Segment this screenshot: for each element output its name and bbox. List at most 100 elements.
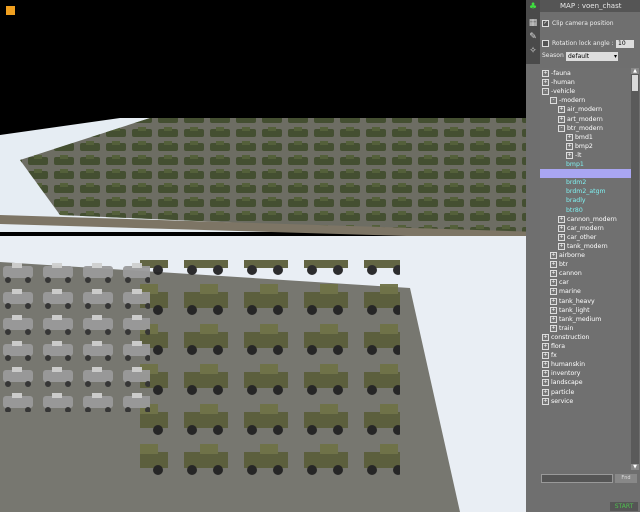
tree-label: -fauna — [551, 70, 571, 77]
tree-node[interactable]: + airborne — [550, 251, 585, 260]
settings-icon[interactable]: ✧ — [527, 45, 539, 57]
tree-label: cannon_modern — [567, 215, 617, 223]
filter-input[interactable] — [541, 474, 613, 483]
expand-icon[interactable]: + — [542, 70, 549, 77]
tree-node[interactable]: + bmp2 — [566, 142, 593, 151]
expand-icon[interactable]: + — [550, 306, 557, 314]
tree-label: btr80 — [566, 206, 583, 214]
clip-camera-label: Clip camera position — [552, 20, 614, 27]
clip-camera-option[interactable]: ✓ Clip camera position — [542, 20, 614, 27]
expand-icon[interactable]: + — [542, 397, 549, 405]
collapse-icon[interactable]: - — [542, 88, 549, 96]
expand-icon[interactable]: + — [558, 215, 565, 223]
find-button[interactable]: Fnd — [615, 474, 637, 483]
expand-icon[interactable]: + — [558, 106, 565, 114]
tree-node[interactable]: + car_modern — [558, 224, 604, 233]
expand-icon[interactable]: + — [542, 361, 549, 369]
tree-node[interactable]: + inventory — [542, 369, 580, 378]
clip-camera-checkbox[interactable]: ✓ — [542, 20, 549, 27]
tree-node[interactable]: + marine — [550, 287, 581, 296]
tree-node[interactable]: + tank_medium — [550, 315, 601, 324]
start-button[interactable]: START — [610, 502, 638, 511]
scroll-down-button[interactable]: ▼ — [631, 464, 639, 470]
expand-icon[interactable]: + — [542, 79, 549, 87]
expand-icon[interactable]: + — [550, 315, 557, 323]
season-label: Season — [542, 52, 564, 59]
tree-label: art_modern — [567, 115, 603, 123]
rotation-lock-option[interactable]: Rotation lock angle : — [542, 40, 614, 47]
tree-node[interactable]: + car — [550, 278, 569, 287]
tree-node[interactable]: + tank_heavy — [550, 297, 595, 306]
tree-node[interactable]: + humanskin — [542, 360, 585, 369]
expand-icon[interactable]: + — [566, 133, 573, 141]
expand-icon[interactable]: + — [542, 333, 549, 341]
expand-icon[interactable]: + — [558, 115, 565, 123]
expand-icon[interactable]: + — [566, 151, 573, 159]
expand-icon[interactable]: + — [558, 242, 565, 250]
expand-icon[interactable]: + — [550, 297, 557, 305]
scroll-thumb[interactable] — [632, 75, 638, 91]
tree-node[interactable]: + -human — [542, 78, 575, 87]
expand-icon[interactable]: + — [542, 379, 549, 387]
scroll-up-button[interactable]: ▲ — [631, 68, 639, 74]
expand-icon[interactable]: + — [542, 370, 549, 378]
tree-node[interactable]: + train — [550, 324, 573, 333]
tree-node[interactable]: + tank_light — [550, 306, 590, 315]
tree-label: train — [559, 324, 574, 332]
tree-leaf[interactable]: brdm2 — [566, 178, 586, 187]
tree-node[interactable]: + cannon — [550, 269, 582, 278]
grid-icon[interactable]: ▦ — [527, 17, 539, 29]
expand-icon[interactable]: + — [550, 252, 557, 259]
tree-leaf[interactable]: btr80 — [566, 206, 583, 215]
expand-icon[interactable]: + — [558, 224, 565, 232]
tree-icon[interactable]: ♣ — [527, 1, 539, 13]
tree-node[interactable]: + car_other — [558, 233, 596, 242]
tree-node[interactable]: + flora — [542, 342, 565, 351]
tree-node[interactable]: + -fauna — [542, 69, 571, 78]
scene-render — [0, 0, 541, 512]
expand-icon[interactable]: + — [550, 279, 557, 287]
tree-label: fx — [551, 352, 557, 360]
collapse-icon[interactable]: - — [550, 97, 557, 105]
tree-label: -vehicle — [551, 88, 576, 96]
3d-viewport[interactable] — [0, 0, 541, 512]
tree-node[interactable]: + art_modern — [558, 115, 603, 124]
expand-icon[interactable]: + — [550, 288, 557, 296]
rotation-lock-checkbox[interactable] — [542, 40, 549, 47]
rotation-angle-input[interactable]: 10 — [616, 40, 634, 48]
tree-node[interactable]: + landscape — [542, 378, 583, 387]
expand-icon[interactable]: + — [550, 261, 557, 269]
tree-node[interactable]: + particle — [542, 388, 574, 397]
tree-label: tank_light — [559, 306, 590, 314]
object-tree[interactable]: + -fauna + -human - -vehicle - -modern + air_mode… — [540, 68, 631, 470]
tree-node[interactable]: + air_modern — [558, 105, 602, 114]
expand-icon[interactable]: + — [558, 233, 565, 241]
tree-leaf[interactable]: bmp1 — [566, 160, 584, 169]
tree-node[interactable]: + bmd1 — [566, 133, 593, 142]
tree-label: humanskin — [551, 361, 586, 369]
tree-leaf[interactable]: bradly — [566, 196, 586, 205]
expand-icon[interactable]: + — [566, 142, 573, 150]
tree-node[interactable]: - -modern — [550, 96, 585, 105]
tree-node[interactable]: + construction — [542, 333, 589, 342]
expand-icon[interactable]: + — [550, 324, 557, 332]
tree-node[interactable]: - btr_modern — [558, 124, 603, 133]
tree-leaf[interactable]: brdm2_atgm — [566, 187, 606, 196]
season-select[interactable]: default — [566, 52, 618, 61]
tree-node[interactable]: + -lt — [566, 151, 581, 160]
tree-node[interactable]: + btr — [550, 260, 568, 269]
collapse-icon[interactable]: - — [558, 124, 565, 132]
expand-icon[interactable]: + — [542, 388, 549, 396]
tree-node[interactable]: + fx — [542, 351, 557, 360]
tree-node[interactable]: + tank_modern — [558, 242, 608, 251]
tree-leaf[interactable] — [540, 169, 631, 179]
tree-label: bmp2 — [575, 142, 593, 150]
tree-scrollbar[interactable]: ▲ ▼ — [631, 68, 639, 470]
tree-node[interactable]: + service — [542, 397, 573, 406]
tree-node[interactable]: - -vehicle — [542, 87, 575, 96]
expand-icon[interactable]: + — [542, 352, 549, 360]
brush-icon[interactable]: ✎ — [527, 31, 539, 43]
tree-node[interactable]: + cannon_modern — [558, 215, 617, 224]
expand-icon[interactable]: + — [542, 343, 549, 350]
expand-icon[interactable]: + — [550, 270, 557, 278]
